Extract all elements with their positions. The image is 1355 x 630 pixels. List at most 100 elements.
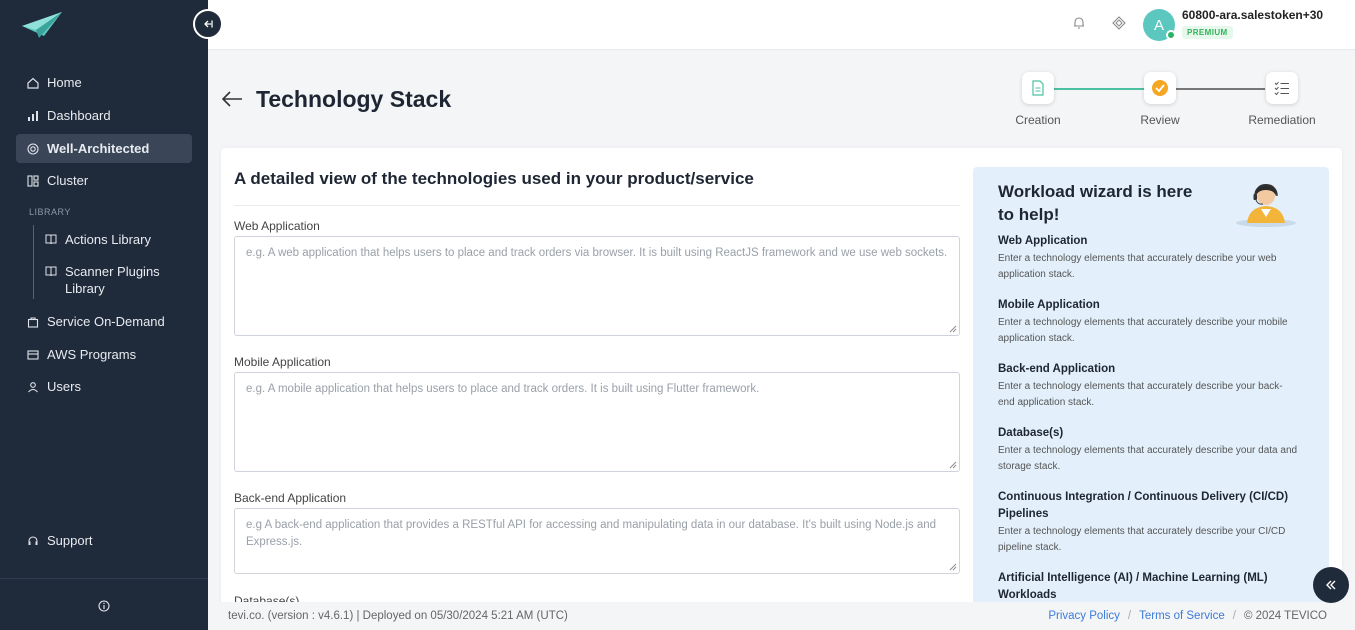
sidebar-item-dashboard[interactable]: Dashboard xyxy=(16,101,192,130)
back-end-application-label: Back-end Application xyxy=(234,491,347,505)
step-review[interactable] xyxy=(1144,72,1176,104)
support-agent-illustration xyxy=(1236,184,1296,227)
form-heading: A detailed view of the technologies used… xyxy=(234,169,754,188)
book-icon xyxy=(45,265,57,277)
back-arrow-icon[interactable] xyxy=(221,89,243,109)
sidebar-item-label: Home xyxy=(47,75,82,90)
checklist-icon xyxy=(1274,81,1289,95)
collapse-icon xyxy=(204,20,213,28)
page-title: Technology Stack xyxy=(256,86,452,112)
footer-separator: / xyxy=(1232,610,1236,622)
sidebar-item-well-architected[interactable]: Well-Architected xyxy=(16,134,192,163)
info-icon[interactable] xyxy=(98,600,110,612)
sidebar-item-label: Support xyxy=(47,533,93,548)
sidebar-item-scanner-plugins-library[interactable]: Scanner Plugins Library xyxy=(45,263,165,297)
footer-links: Privacy Policy / Terms of Service / © 20… xyxy=(1048,610,1327,622)
sidebar-item-label: Actions Library xyxy=(65,232,151,247)
sidebar-item-home[interactable]: Home xyxy=(16,68,192,97)
help-item-text: Enter a technology elements that accurat… xyxy=(998,526,1286,553)
sidebar-item-label: Dashboard xyxy=(47,108,111,123)
step-label: Remediation xyxy=(1248,113,1316,127)
library-divider xyxy=(33,225,34,299)
cluster-icon xyxy=(27,174,39,187)
target-icon xyxy=(27,142,39,155)
resize-grip-icon[interactable] xyxy=(949,325,957,333)
stepper-line-done xyxy=(1054,88,1144,90)
step-remediation[interactable] xyxy=(1266,72,1298,104)
web-application-textarea[interactable]: e.g. A web application that helps users … xyxy=(234,236,960,336)
user-icon xyxy=(27,381,39,393)
programs-icon xyxy=(27,349,39,361)
top-bar: A 60800-ara.salestoken+30 PREMIUM xyxy=(208,0,1355,50)
help-item: Mobile Application Enter a technology el… xyxy=(998,297,1298,347)
footer: tevi.co. (version : v4.6.1) | Deployed o… xyxy=(208,602,1355,630)
sidebar-item-label: Service On-Demand xyxy=(47,314,165,329)
help-item: Database(s) Enter a technology elements … xyxy=(998,425,1298,475)
book-icon xyxy=(45,233,57,245)
stepper-line-pending xyxy=(1175,88,1265,90)
collapse-sidebar-button[interactable] xyxy=(193,9,223,39)
logo-icon xyxy=(22,12,62,38)
sidebar-item-aws-programs[interactable]: AWS Programs xyxy=(16,340,192,369)
help-item: Artificial Intelligence (AI) / Machine L… xyxy=(998,570,1298,604)
bag-icon xyxy=(27,316,39,328)
step-creation[interactable] xyxy=(1022,72,1054,104)
sidebar-item-cluster[interactable]: Cluster xyxy=(16,166,192,195)
workload-wizard-panel: Workload wizard is here to help! Web App… xyxy=(973,167,1329,608)
help-item: Continuous Integration / Continuous Deli… xyxy=(998,489,1298,556)
sidebar-item-actions-library[interactable]: Actions Library xyxy=(45,231,151,248)
mobile-application-label: Mobile Application xyxy=(234,355,331,369)
resize-grip-icon[interactable] xyxy=(949,461,957,469)
home-icon xyxy=(27,77,39,89)
diamond-icon[interactable] xyxy=(1112,16,1126,30)
plan-badge: PREMIUM xyxy=(1182,26,1233,39)
sidebar-item-label: Cluster xyxy=(47,173,89,188)
back-end-application-textarea[interactable]: e.g A back-end application that provides… xyxy=(234,508,960,574)
document-icon xyxy=(1032,80,1044,96)
online-status-dot xyxy=(1166,30,1176,40)
sidebar-item-label: Users xyxy=(47,379,81,394)
version-info: tevi.co. (version : v4.6.1) | Deployed o… xyxy=(228,610,568,622)
heading-divider xyxy=(234,205,960,206)
sidebar-item-users[interactable]: Users xyxy=(16,372,192,401)
help-item-text: Enter a technology elements that accurat… xyxy=(998,381,1283,408)
sidebar-item-label: Well-Architected xyxy=(47,141,150,156)
toggle-help-panel-button[interactable] xyxy=(1313,567,1349,603)
web-application-label: Web Application xyxy=(234,219,320,233)
headset-icon xyxy=(27,535,39,547)
double-chevron-left-icon xyxy=(1326,580,1336,590)
privacy-policy-link[interactable]: Privacy Policy xyxy=(1048,610,1120,622)
library-heading: LIBRARY xyxy=(29,207,71,217)
sidebar-item-support[interactable]: Support xyxy=(16,526,192,555)
sidebar-item-label: AWS Programs xyxy=(47,347,137,362)
help-title: Workload wizard is here to help! xyxy=(998,182,1193,224)
help-item-text: Enter a technology elements that accurat… xyxy=(998,317,1288,344)
help-item-text: Enter a technology elements that accurat… xyxy=(998,253,1277,280)
sidebar-item-label: Scanner Plugins Library xyxy=(65,264,160,296)
username[interactable]: 60800-ara.salestoken+30 xyxy=(1182,8,1323,22)
step-label: Creation xyxy=(1015,113,1061,127)
sidebar: Home Dashboard Well-Architected Cluster … xyxy=(0,0,208,630)
sidebar-item-service-on-demand[interactable]: Service On-Demand xyxy=(16,307,192,336)
footer-separator: / xyxy=(1127,610,1132,622)
technology-stack-card: A detailed view of the technologies used… xyxy=(221,148,1342,608)
textarea-placeholder: e.g. A web application that helps users … xyxy=(246,247,948,259)
help-item-title: Artificial Intelligence (AI) / Machine L… xyxy=(998,572,1268,601)
copyright: © 2024 TEVICO xyxy=(1243,610,1327,622)
help-item-title: Web Application xyxy=(998,235,1088,247)
help-item: Web Application Enter a technology eleme… xyxy=(998,233,1298,283)
textarea-placeholder: e.g. A mobile application that helps use… xyxy=(246,383,760,395)
resize-grip-icon[interactable] xyxy=(949,563,957,571)
mobile-application-textarea[interactable]: e.g. A mobile application that helps use… xyxy=(234,372,960,472)
terms-of-service-link[interactable]: Terms of Service xyxy=(1139,610,1225,622)
step-label: Review xyxy=(1140,113,1180,127)
help-item-text: Enter a technology elements that accurat… xyxy=(998,445,1298,472)
help-item-title: Mobile Application xyxy=(998,299,1100,311)
help-item: Back-end Application Enter a technology … xyxy=(998,361,1298,411)
help-item-title: Back-end Application xyxy=(998,363,1116,375)
check-circle-icon xyxy=(1152,80,1168,96)
textarea-placeholder: e.g A back-end application that provides… xyxy=(246,519,937,548)
bell-icon[interactable] xyxy=(1072,16,1086,30)
help-item-title: Continuous Integration / Continuous Deli… xyxy=(998,491,1289,520)
help-item-title: Database(s) xyxy=(998,427,1064,439)
